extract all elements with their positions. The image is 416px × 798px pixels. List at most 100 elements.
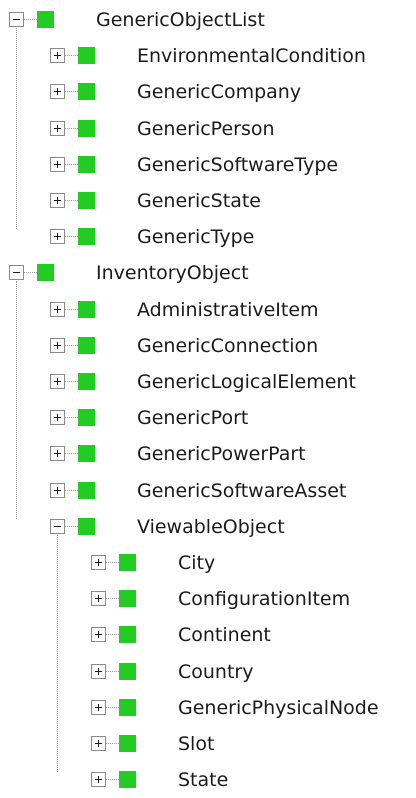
tree-item-label: GenericSoftwareType <box>137 153 339 176</box>
tree-item-country[interactable]: Country <box>0 654 416 690</box>
collapse-icon[interactable] <box>50 518 65 534</box>
tree-item-generic-type[interactable]: GenericType <box>0 219 416 255</box>
green-square-icon <box>119 771 136 789</box>
collapse-icon[interactable] <box>9 12 24 27</box>
tree-item-city[interactable]: City <box>0 545 416 581</box>
tree-item-label: ConfigurationItem <box>178 588 351 611</box>
tree-item-environmental-condition[interactable]: EnvironmentalCondition <box>0 38 416 74</box>
expand-icon[interactable] <box>50 446 65 462</box>
collapse-icon[interactable] <box>9 265 24 281</box>
tree-item-label: GenericLogicalElement <box>137 371 356 393</box>
tree-item-viewable-object[interactable]: ViewableObject <box>0 509 416 545</box>
expand-icon[interactable] <box>50 84 65 100</box>
expand-icon[interactable] <box>91 663 106 679</box>
tree-item-generic-power-part[interactable]: GenericPowerPart <box>0 436 416 472</box>
tree-connector <box>65 417 78 419</box>
tree-item-label: Slot <box>178 733 215 755</box>
expand-icon[interactable] <box>91 699 106 715</box>
green-square-icon <box>78 155 95 173</box>
tree-item-label: AdministrativeItem <box>137 298 319 321</box>
tree-connector <box>106 779 119 781</box>
green-square-icon <box>78 192 95 209</box>
tree-item-configuration-item[interactable]: ConfigurationItem <box>0 581 416 617</box>
tree-item-slot[interactable]: Slot <box>0 726 416 762</box>
green-square-icon <box>78 517 95 535</box>
green-square-icon <box>78 47 95 65</box>
green-square-icon <box>119 554 136 571</box>
tree-connector <box>65 200 78 201</box>
tree-connector <box>24 272 37 274</box>
expand-icon[interactable] <box>50 337 65 353</box>
green-square-icon <box>78 300 95 318</box>
tree-item-label: GenericConnection <box>137 334 319 357</box>
tree-connector <box>106 670 119 672</box>
expand-icon[interactable] <box>50 193 65 208</box>
tree-connector <box>106 562 119 563</box>
tree-item-generic-physical-node[interactable]: GenericPhysicalNode <box>0 690 416 726</box>
tree-connector <box>65 381 78 382</box>
expand-icon[interactable] <box>50 48 65 64</box>
green-square-icon <box>78 83 95 101</box>
tree-item-label: GenericCompany <box>137 81 302 104</box>
green-square-icon <box>78 119 95 137</box>
tree-guide-line <box>57 534 58 773</box>
tree-item-label: Country <box>178 660 254 683</box>
tree-item-label: GenericSoftwareAsset <box>137 479 347 502</box>
green-square-icon <box>78 481 95 499</box>
expand-icon[interactable] <box>91 772 106 788</box>
expand-icon[interactable] <box>91 627 106 643</box>
expand-icon[interactable] <box>91 591 106 607</box>
expand-icon[interactable] <box>91 555 106 570</box>
tree-connector <box>65 127 78 129</box>
tree-connector <box>106 743 119 744</box>
expand-icon[interactable] <box>50 482 65 498</box>
tree-item-label: GenericType <box>137 226 255 249</box>
tree-item-label: GenericPort <box>137 407 249 430</box>
expand-icon[interactable] <box>91 736 106 751</box>
tree-item-label: EnvironmentalCondition <box>137 45 366 68</box>
tree-item-generic-company[interactable]: GenericCompany <box>0 74 416 110</box>
expand-icon[interactable] <box>50 410 65 426</box>
tree-item-generic-object-list[interactable]: GenericObjectList <box>0 2 416 38</box>
expand-icon[interactable] <box>50 120 65 136</box>
tree-item-label: ViewableObject <box>137 515 285 538</box>
tree-item-label: InventoryObject <box>96 262 249 285</box>
tree-item-label: State <box>178 769 229 792</box>
tree-connector <box>65 91 78 93</box>
green-square-icon <box>119 698 136 716</box>
object-tree: GenericObjectList EnvironmentalCondition G… <box>0 0 416 791</box>
green-square-icon <box>119 626 136 644</box>
tree-item-generic-port[interactable]: GenericPort <box>0 400 416 436</box>
tree-item-generic-software-asset[interactable]: GenericSoftwareAsset <box>0 473 416 509</box>
tree-connector <box>65 344 78 346</box>
green-square-icon <box>119 590 136 608</box>
green-square-icon <box>119 662 136 680</box>
expand-icon[interactable] <box>50 229 65 245</box>
expand-icon[interactable] <box>50 301 65 317</box>
tree-item-continent[interactable]: Continent <box>0 617 416 653</box>
tree-item-label: Continent <box>178 624 271 647</box>
tree-connector <box>106 706 119 708</box>
tree-item-generic-person[interactable]: GenericPerson <box>0 111 416 147</box>
tree-guide-line <box>16 281 17 519</box>
tree-connector <box>65 55 78 57</box>
tree-item-generic-connection[interactable]: GenericConnection <box>0 328 416 364</box>
tree-item-label: City <box>178 552 216 574</box>
tree-connector <box>65 489 78 491</box>
tree-item-generic-software-type[interactable]: GenericSoftwareType <box>0 147 416 183</box>
tree-item-state[interactable]: State <box>0 762 416 798</box>
tree-item-label: GenericPowerPart <box>137 443 306 466</box>
expand-icon[interactable] <box>50 156 65 172</box>
tree-connector <box>65 525 78 527</box>
tree-item-inventory-object[interactable]: InventoryObject <box>0 255 416 291</box>
green-square-icon <box>78 445 95 463</box>
tree-item-administrative-item[interactable]: AdministrativeItem <box>0 292 416 328</box>
expand-icon[interactable] <box>50 374 65 389</box>
tree-connector <box>106 634 119 636</box>
tree-connector <box>65 453 78 455</box>
tree-item-generic-state[interactable]: GenericState <box>0 183 416 219</box>
tree-item-label: GenericState <box>137 190 261 212</box>
tree-connector <box>65 236 78 238</box>
green-square-icon <box>37 264 54 282</box>
tree-item-generic-logical-element[interactable]: GenericLogicalElement <box>0 364 416 400</box>
